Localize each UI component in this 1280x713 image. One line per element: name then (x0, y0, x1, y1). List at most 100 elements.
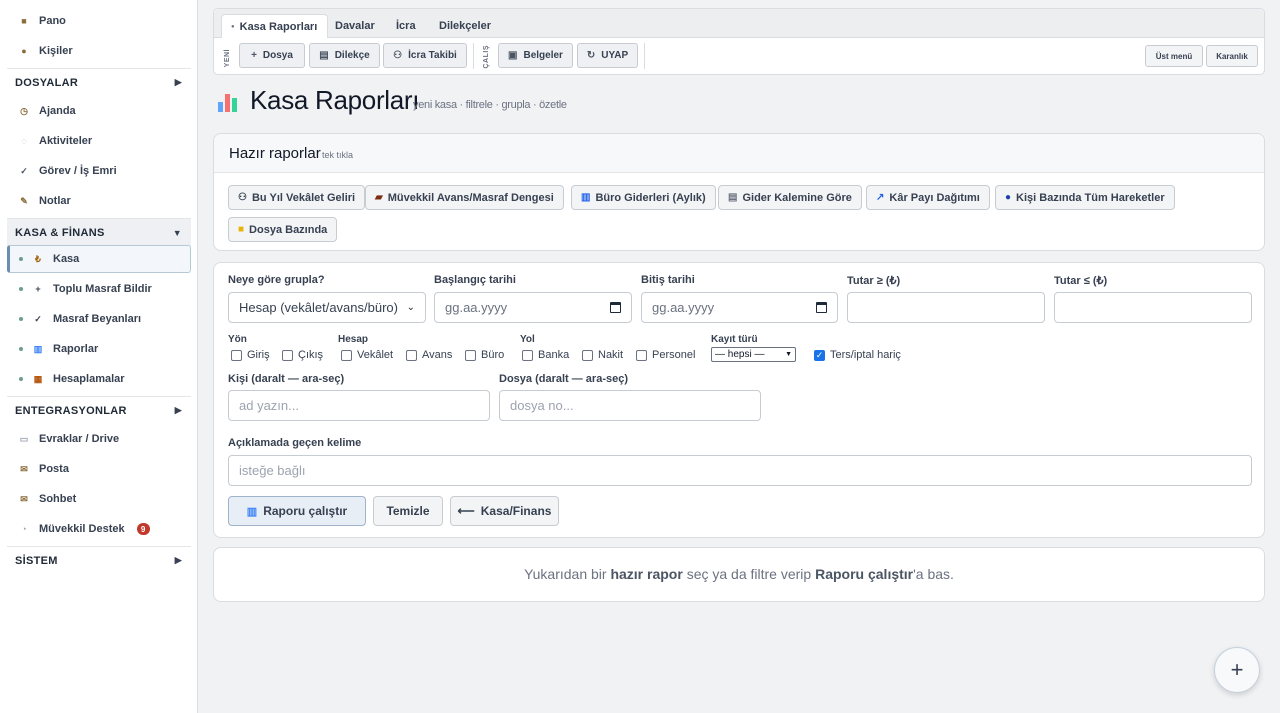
report-vekalet-geliri-button[interactable]: ⚇ Bu Yıl Vekâlet Geliri (228, 185, 366, 210)
button-label: Raporu çalıştır (263, 504, 348, 518)
min-amount-input[interactable] (847, 292, 1045, 323)
document-icon: ▣ (508, 50, 518, 61)
hesap-vekalet-checkbox[interactable]: Vekâlet (341, 349, 393, 361)
checkbox-label: Büro (481, 349, 505, 361)
new-dosya-button[interactable]: + Dosya (239, 43, 305, 68)
start-date-input[interactable]: gg.aa.yyyy (434, 292, 632, 323)
sidebar-item-label: Notlar (39, 195, 71, 207)
group-by-select[interactable]: Hesap (vekâlet/avans/büro) ⌄ (228, 292, 426, 323)
lira-icon: ₺ (35, 253, 41, 264)
run-report-button[interactable]: ▥ Raporu çalıştır (228, 496, 366, 526)
section-kasa-finans[interactable]: KASA & FİNANS ▼ (7, 218, 191, 246)
button-label: UYAP (601, 50, 629, 61)
button-label: Gider Kalemine Göre (742, 191, 852, 204)
karanlik-button[interactable]: Karanlık (1206, 45, 1258, 67)
sidebar-item-ajanda[interactable]: ◷ Ajanda (7, 97, 191, 125)
person-icon: ● (1005, 192, 1012, 203)
sidebar-item-masraf-beyanlari[interactable]: ✓ Masraf Beyanları (7, 305, 191, 333)
checkbox-box[interactable] (231, 349, 242, 361)
tab-davalar[interactable]: Davalar (335, 14, 375, 38)
checkbox-box[interactable] (582, 349, 593, 361)
tab-kasa-raporlari[interactable]: ● Kasa Raporları (221, 14, 329, 38)
message-part: 'a bas. (913, 566, 954, 582)
ters-iptal-checkbox[interactable]: ✓ Ters/iptal hariç (814, 349, 901, 361)
report-avans-masraf-button[interactable]: ▰ Müvekkil Avans/Masraf Dengesi (365, 185, 564, 210)
toolbar-divider (473, 43, 474, 69)
back-kasa-finans-button[interactable]: ⟵ Kasa/Finans (450, 496, 559, 526)
checkbox-checked-icon[interactable]: ✓ (814, 349, 825, 361)
calendar-icon[interactable] (816, 302, 827, 313)
max-amount-input[interactable] (1054, 292, 1252, 323)
dosya-input[interactable] (499, 390, 761, 421)
new-icra-takibi-button[interactable]: ⚇ İcra Takibi (383, 43, 467, 68)
button-label: Belgeler (523, 50, 563, 61)
chevron-down-icon: ⌄ (406, 302, 415, 313)
pencil-icon: ✎ (20, 195, 28, 206)
sidebar-item-pano[interactable]: ■ Pano (7, 7, 191, 35)
chevron-down-icon: ▼ (172, 227, 182, 238)
report-gider-kalemi-button[interactable]: ▤ Gider Kalemine Göre (718, 185, 862, 210)
receipt-icon: ▤ (728, 192, 738, 203)
button-label: Kişi Bazında Tüm Hareketler (1016, 191, 1165, 204)
checkbox-box[interactable] (282, 349, 293, 361)
belgeler-button[interactable]: ▣ Belgeler (498, 43, 573, 68)
kisi-input[interactable] (228, 390, 490, 421)
end-date-label: Bitiş tarihi (641, 274, 695, 286)
date-placeholder: gg.aa.yyyy (652, 300, 715, 315)
report-kar-payi-button[interactable]: ↗ Kâr Payı Dağıtımı (866, 185, 990, 210)
sidebar-item-notlar[interactable]: ✎ Notlar (7, 187, 191, 215)
tab-icra[interactable]: İcra (396, 14, 416, 38)
button-label: Bu Yıl Vekâlet Geliri (251, 191, 356, 204)
uyap-button[interactable]: ↻ UYAP (577, 43, 638, 68)
yol-personel-checkbox[interactable]: Personel (636, 349, 695, 361)
sidebar-item-sohbet[interactable]: ✉ Sohbet (7, 485, 191, 513)
tab-dilekceler[interactable]: Dilekçeler (439, 14, 491, 38)
report-buro-giderleri-button[interactable]: ▥ Büro Giderleri (Aylık) (571, 185, 716, 210)
section-entegrasyonlar[interactable]: ENTEGRASYONLAR ▶ (7, 396, 191, 424)
tab-label: Kasa Raporları (239, 20, 318, 33)
sidebar-item-hesaplamalar[interactable]: ▦ Hesaplamalar (7, 365, 191, 393)
aciklama-input[interactable] (228, 455, 1252, 486)
chevron-right-icon: ▶ (174, 77, 182, 87)
select-value: Hesap (vekâlet/avans/büro) (239, 300, 398, 315)
ust-menu-button[interactable]: Üst menü (1145, 45, 1203, 67)
calendar-icon[interactable] (610, 302, 621, 313)
building-icon: ▥ (581, 192, 591, 203)
checkbox-box[interactable] (636, 349, 647, 361)
sidebar-item-muvekkil-destek[interactable]: ◔ Müvekkil Destek 9 (7, 515, 191, 543)
yol-label: Yol (520, 334, 535, 345)
yol-nakit-checkbox[interactable]: Nakit (582, 349, 623, 361)
section-sistem[interactable]: SİSTEM ▶ (7, 546, 191, 574)
hesap-buro-checkbox[interactable]: Büro (465, 349, 504, 361)
add-fab-button[interactable]: + (1214, 647, 1260, 693)
button-label: İcra Takibi (408, 50, 457, 61)
section-dosyalar[interactable]: DOSYALAR ▶ (7, 68, 191, 96)
chevron-down-icon: ▼ (785, 351, 792, 358)
folder-icon: ■ (238, 224, 245, 235)
report-kisi-bazinda-button[interactable]: ● Kişi Bazında Tüm Hareketler (995, 185, 1175, 210)
sidebar-item-raporlar[interactable]: ▥ Raporlar (7, 335, 191, 363)
checkbox-box[interactable] (522, 349, 533, 361)
checkbox-box[interactable] (465, 349, 476, 361)
hesap-avans-checkbox[interactable]: Avans (406, 349, 452, 361)
sidebar-item-kasa[interactable]: ₺ Kasa (7, 245, 191, 273)
sidebar-item-toplu-masraf[interactable]: + Toplu Masraf Bildir (7, 275, 191, 303)
sidebar-item-evraklar[interactable]: ▭ Evraklar / Drive (7, 425, 191, 453)
activity-icon: ◌ (21, 136, 27, 146)
clear-button[interactable]: Temizle (373, 496, 443, 526)
sidebar-item-posta[interactable]: ✉ Posta (7, 455, 191, 483)
report-dosya-bazinda-button[interactable]: ■ Dosya Bazında (228, 217, 338, 242)
sidebar-item-kisiler[interactable]: ● Kişiler (7, 37, 191, 65)
sidebar-item-aktiviteler[interactable]: ◌ Aktiviteler (7, 127, 191, 155)
kayit-turu-select[interactable]: — hepsi — ▼ (711, 347, 796, 362)
bullet-icon (19, 347, 23, 351)
yol-banka-checkbox[interactable]: Banka (522, 349, 569, 361)
new-dilekce-button[interactable]: ▤ Dilekçe (309, 43, 380, 68)
checkbox-box[interactable] (341, 349, 352, 361)
checkbox-box[interactable] (406, 349, 417, 361)
message-part: seç ya da filtre verip (686, 566, 812, 582)
sidebar-item-gorev[interactable]: ✓ Görev / İş Emri (7, 157, 191, 185)
yon-giris-checkbox[interactable]: Giriş (231, 349, 270, 361)
yon-cikis-checkbox[interactable]: Çıkış (282, 349, 323, 361)
end-date-input[interactable]: gg.aa.yyyy (641, 292, 838, 323)
